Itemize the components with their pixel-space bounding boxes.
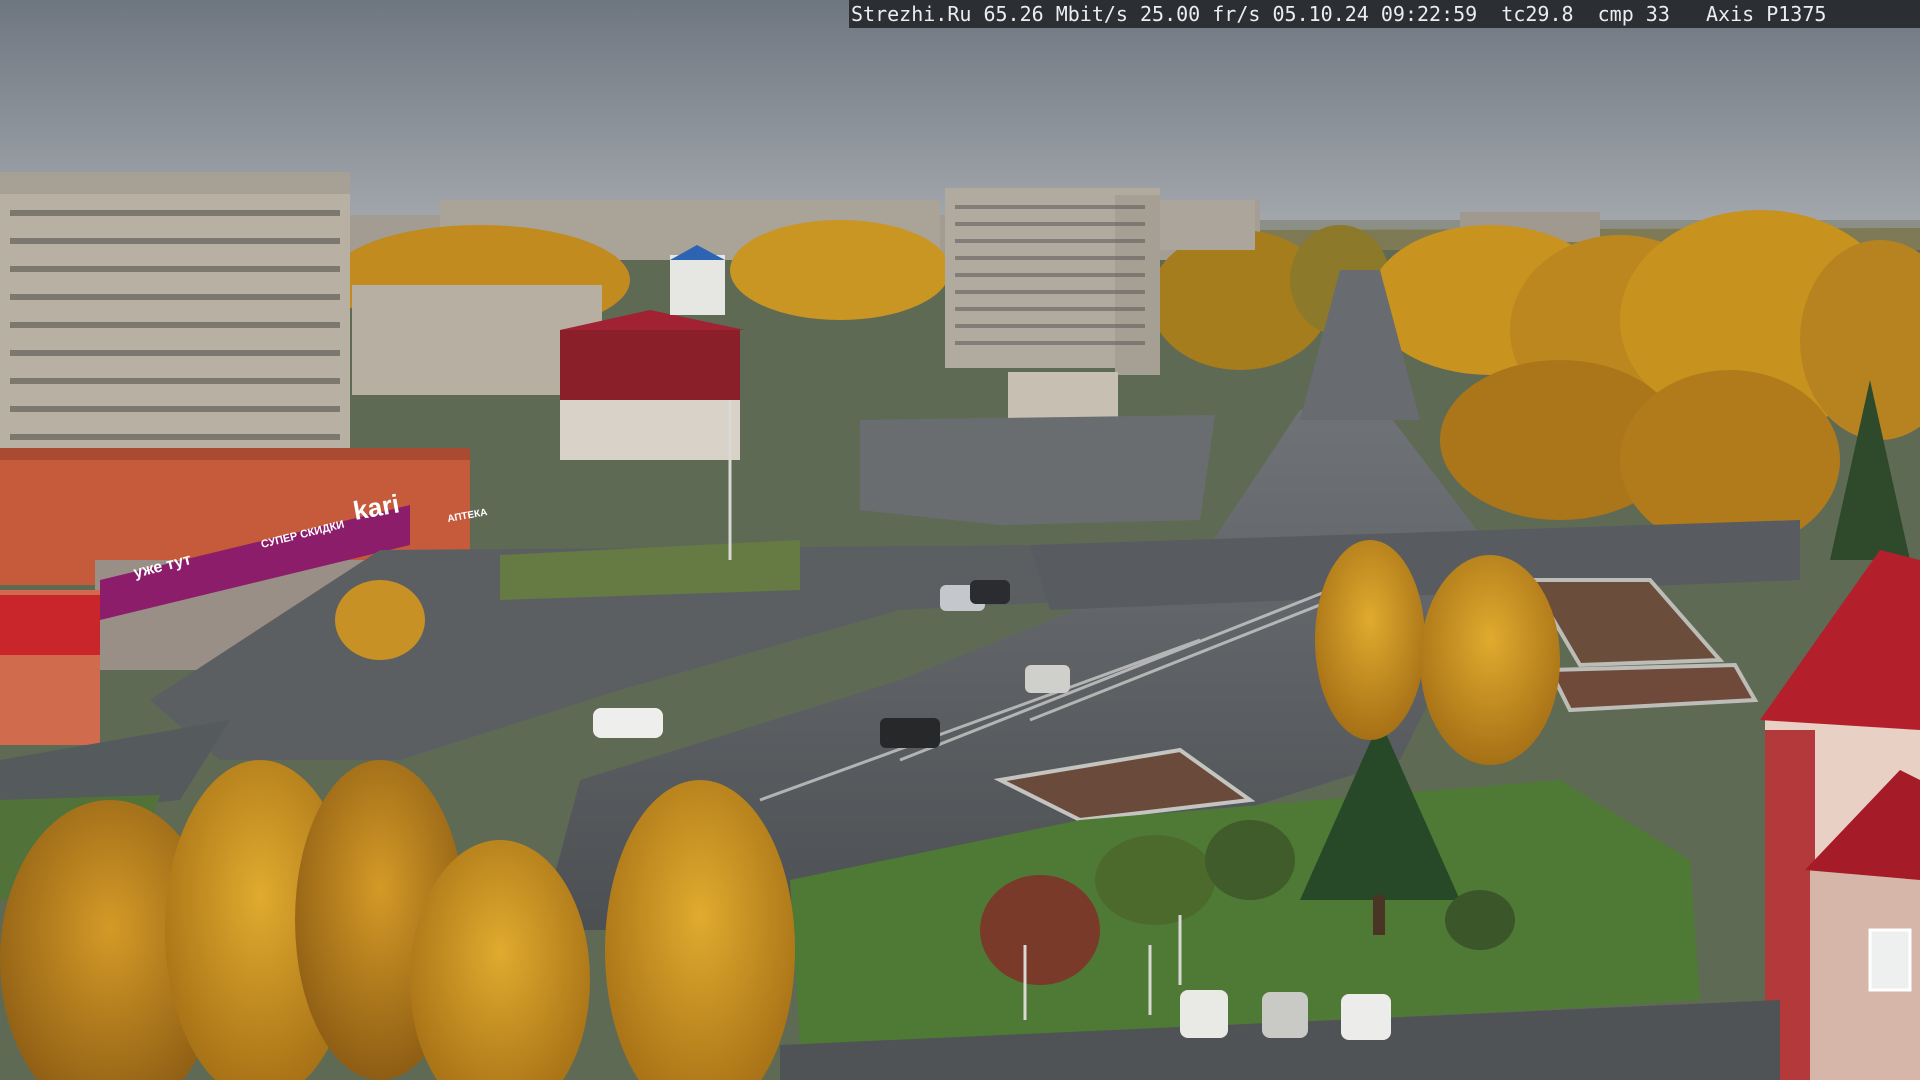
overlay-time: 09:22:59 — [1380, 2, 1478, 26]
overlay-camera-model: Axis P1375 — [1706, 2, 1827, 26]
overlay-framerate: 25.00 fr/s — [1140, 2, 1261, 26]
camera-overlay-bar: Strezhi.Ru 65.26 Mbit/s 25.00 fr/s 05.10… — [849, 0, 1920, 28]
overlay-date: 05.10.24 — [1272, 2, 1369, 26]
webcam-scene: kari уже тут СУПЕР СКИДКИ АПТЕКА — [0, 0, 1920, 1080]
parked-cars — [1180, 990, 1391, 1040]
central-plaza — [860, 415, 1215, 525]
overlay-site: Strezhi.Ru — [851, 2, 972, 26]
overlay-tc: tc29.8 — [1501, 2, 1574, 26]
overlay-bitrate: 65.26 Mbit/s — [983, 2, 1128, 26]
overlay-cmp: cmp 33 — [1597, 2, 1670, 26]
